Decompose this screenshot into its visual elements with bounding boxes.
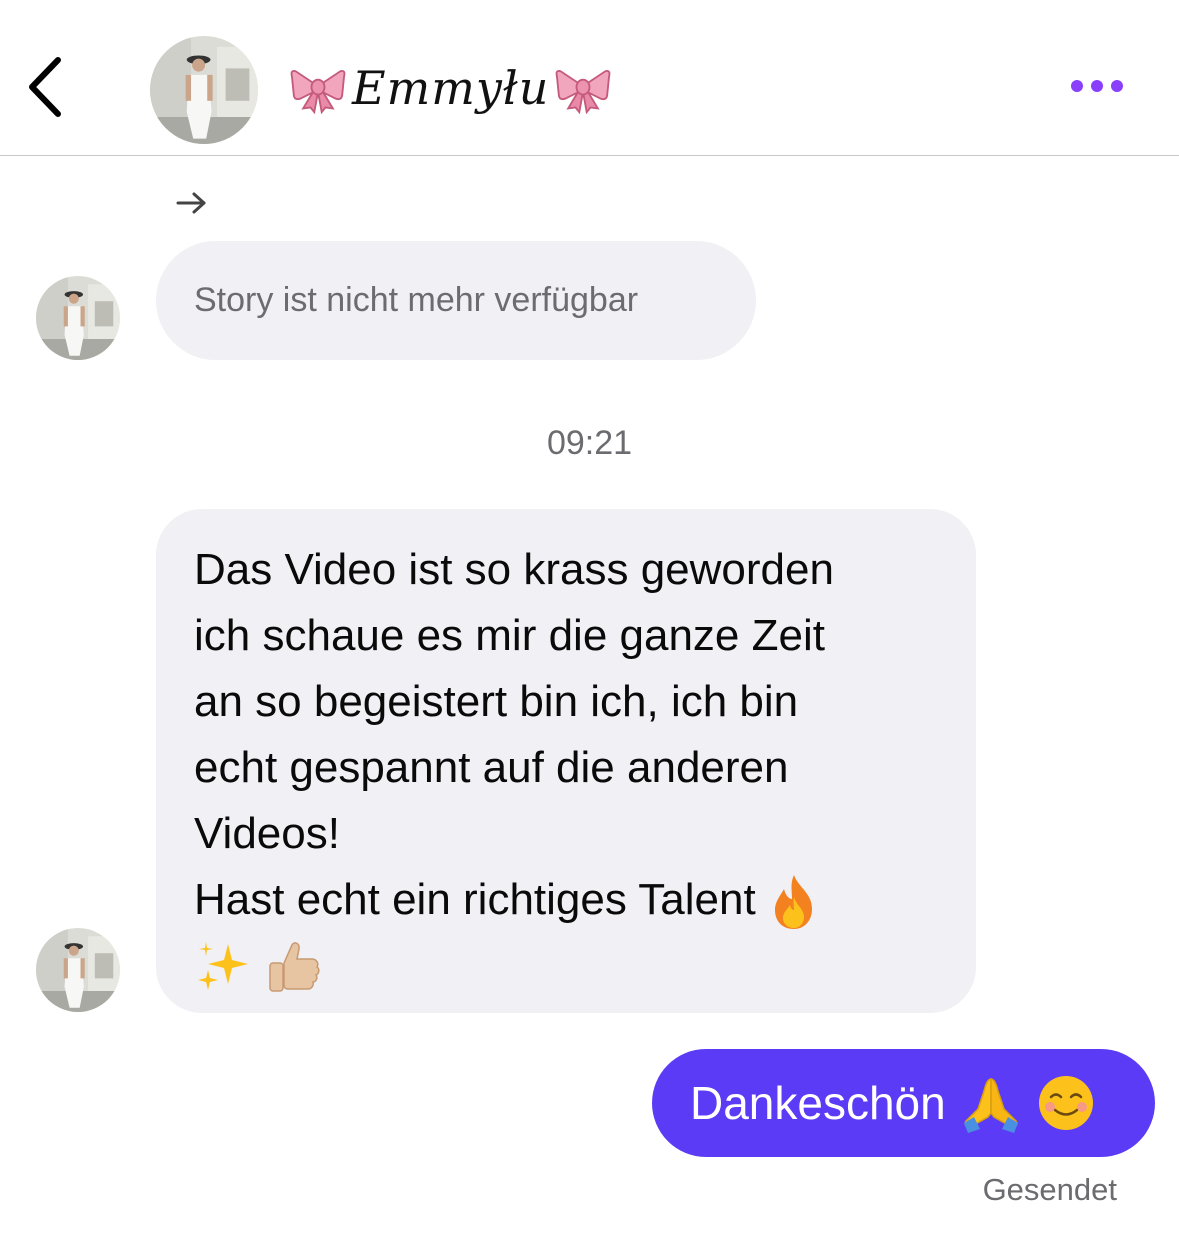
dot — [1071, 80, 1083, 92]
dot — [1091, 80, 1103, 92]
reply-arrow-icon — [176, 192, 206, 214]
message-line: an so begeistert bin ich, ich bin — [194, 677, 799, 726]
chat-header: Emmyłu — [0, 0, 1179, 156]
bow-icon — [290, 69, 346, 114]
message-timestamp: 09:21 — [546, 424, 633, 462]
smiling-face-emoji-icon — [1038, 1076, 1093, 1130]
profile-photo — [36, 928, 120, 1012]
message-line: echt gespannt auf die anderen — [194, 743, 789, 792]
sparkles-emoji-icon — [198, 942, 248, 991]
profile-photo — [150, 36, 258, 144]
sent-message-text: Dankeschön — [690, 1077, 946, 1129]
message-line: Videos! — [194, 809, 340, 858]
fire-emoji-icon — [774, 875, 812, 930]
story-unavailable-text: Story ist nicht mehr verfügbar — [194, 281, 639, 319]
dot — [1111, 80, 1123, 92]
message-line — [194, 933, 946, 999]
story-reply-bubble[interactable]: Story ist nicht mehr verfügbar — [156, 241, 756, 360]
chevron-left-icon[interactable] — [22, 52, 72, 122]
thumbs-up-emoji-icon — [269, 942, 320, 993]
message-line-text: Hast echt ein richtiges Talent — [194, 875, 756, 924]
sender-avatar[interactable] — [36, 928, 120, 1012]
message-line: Hast echt ein richtiges Talent — [194, 867, 946, 933]
profile-photo — [36, 276, 120, 360]
folded-hands-emoji-icon — [963, 1078, 1018, 1133]
sender-avatar[interactable] — [36, 276, 120, 360]
avatar[interactable] — [150, 36, 258, 144]
sent-message-bubble[interactable]: Dankeschön — [652, 1049, 1155, 1157]
message-line: Das Video ist so krass geworden — [194, 545, 834, 594]
more-options-icon[interactable] — [1071, 80, 1123, 92]
username: Emmyłu — [352, 61, 550, 115]
received-message-bubble[interactable]: Das Video ist so krass geworden ich scha… — [156, 509, 976, 1013]
message-line: ich schaue es mir die ganze Zeit — [194, 611, 825, 660]
chat-title[interactable]: Emmyłu — [288, 58, 613, 118]
bow-icon — [555, 69, 611, 114]
delivery-status: Gesendet — [982, 1172, 1117, 1207]
